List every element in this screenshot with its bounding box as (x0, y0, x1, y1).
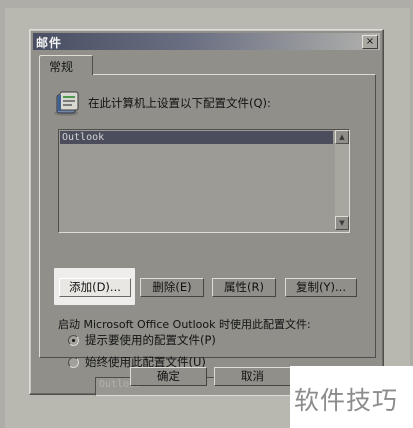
scroll-up-icon: ▲ (339, 133, 345, 141)
ok-button[interactable]: 确定 (130, 367, 207, 386)
dialog-title: 邮件 (36, 36, 63, 50)
close-icon: × (365, 36, 375, 47)
tab-general[interactable]: 常规 (39, 55, 93, 75)
profiles-listbox[interactable]: Outlook ▲ ▼ (58, 129, 350, 233)
startup-label: 启动 Microsoft Office Outlook 时使用此配置文件: (58, 318, 311, 331)
profile-list-item[interactable]: Outlook (60, 131, 333, 144)
watermark-text: 软件技巧 (294, 386, 399, 415)
general-panel: 在此计算机上设置以下配置文件(Q): Outlook ▲ ▼ 添加(D)... … (39, 74, 376, 396)
watermark: 软件技巧 (290, 366, 413, 428)
scroll-up-button[interactable]: ▲ (335, 130, 349, 144)
add-button[interactable]: 添加(D)... (59, 278, 131, 297)
cancel-button[interactable]: 取消 (214, 367, 291, 386)
radio-selected-dot (72, 339, 75, 342)
radio-prompt-label[interactable]: 提示要使用的配置文件(P) (85, 332, 216, 348)
copy-button[interactable]: 复制(Y)... (285, 278, 357, 297)
remove-button[interactable]: 删除(E) (140, 278, 204, 297)
scroll-down-button[interactable]: ▼ (335, 216, 349, 230)
address-book-icon (54, 91, 79, 116)
title-bar[interactable]: 邮件 × (33, 33, 380, 50)
radio-always-profile[interactable] (68, 357, 79, 368)
close-button[interactable]: × (362, 35, 378, 49)
properties-button[interactable]: 属性(R) (212, 278, 276, 297)
mail-dialog: 邮件 × 常规 在此计算机上设置以下配置文件(Q): Outlook ▲ ▼ 添… (29, 29, 384, 396)
profiles-prompt: 在此计算机上设置以下配置文件(Q): (88, 96, 271, 110)
tab-general-label: 常规 (49, 60, 74, 74)
profiles-scrollbar[interactable]: ▲ ▼ (335, 130, 349, 230)
scroll-down-icon: ▼ (339, 219, 345, 227)
radio-prompt-profile[interactable] (68, 335, 79, 346)
